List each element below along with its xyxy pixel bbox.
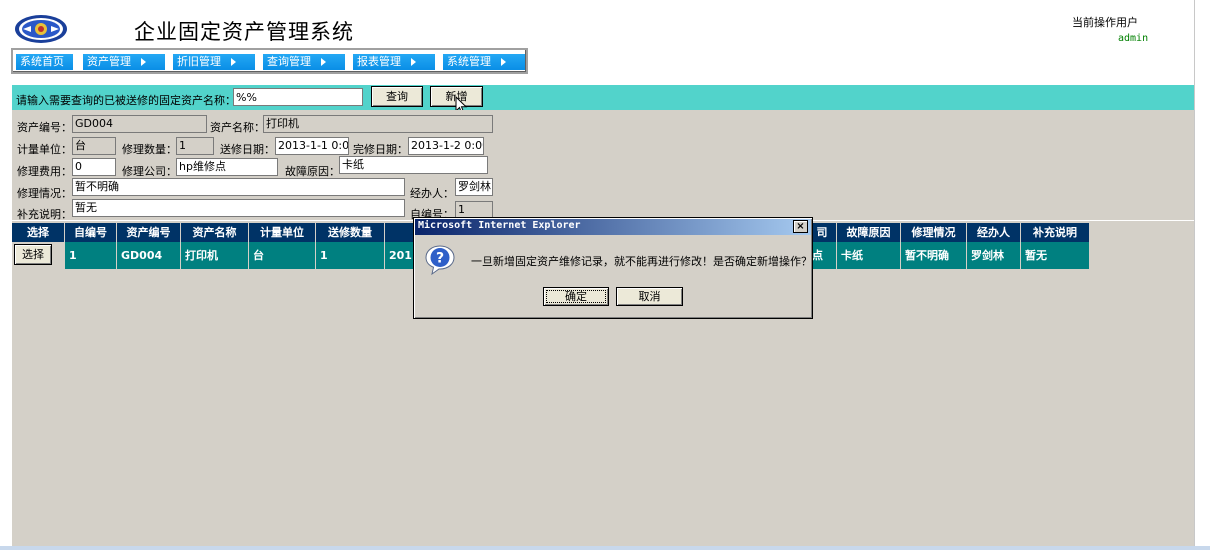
app-title: 企业固定资产管理系统 (134, 20, 354, 44)
repair-cost-label: 修理费用： (17, 165, 72, 178)
current-user-label: 当前操作用户 (1072, 16, 1138, 29)
nav-asset-management[interactable]: 资产管理 (83, 54, 165, 70)
grid-header-qty: 送修数量 (316, 223, 384, 242)
question-icon: ? (425, 245, 455, 276)
table-cell-remark: 暂无 (1021, 242, 1090, 269)
repair-status-field[interactable]: 暂不明确 (72, 178, 405, 196)
table-cell-handler: 罗剑林 (967, 242, 1021, 269)
nav-asset-management-label: 资产管理 (87, 55, 131, 68)
grid-header-remark: 补充说明 (1021, 223, 1089, 242)
grid-header-asset-name: 资产名称 (181, 223, 248, 242)
nav-report-label: 报表管理 (357, 55, 401, 68)
cancel-button[interactable]: 取消 (616, 287, 683, 306)
emblem-logo-icon (15, 15, 67, 43)
send-date-field[interactable]: 2013-1-1 0:00 (275, 137, 349, 155)
nav-depreciation-management[interactable]: 折旧管理 (173, 54, 255, 70)
table-cell-asset-no: GD004 (117, 242, 181, 269)
dialog-title: Microsoft Internet Explorer (418, 220, 581, 231)
fault-field[interactable]: 卡纸 (339, 156, 488, 174)
nav-arrow-icon (411, 58, 416, 66)
unit-label: 计量单位： (17, 143, 72, 156)
nav-arrow-icon (231, 58, 236, 66)
remark-field[interactable]: 暂无 (72, 199, 405, 217)
current-user-name: admin (1118, 33, 1149, 44)
finish-date-label: 完修日期： (353, 143, 408, 156)
table-cell-asset-name: 打印机 (181, 242, 249, 269)
repair-cost-field[interactable]: 0 (72, 158, 116, 176)
nav-home[interactable]: 系统首页 (16, 54, 73, 70)
table-cell-status: 暂不明确 (901, 242, 967, 269)
nav-query-label: 查询管理 (267, 55, 311, 68)
grid-header-self-no: 自编号 (65, 223, 116, 242)
repair-qty-label: 修理数量： (122, 143, 177, 156)
repair-qty-field[interactable]: 1 (176, 137, 214, 155)
table-cell-self-no: 1 (65, 242, 117, 269)
nav-arrow-icon (321, 58, 326, 66)
nav-home-label: 系统首页 (20, 55, 64, 68)
repair-company-label: 修理公司： (122, 165, 177, 178)
nav-system-label: 系统管理 (447, 55, 491, 68)
table-cell-fault: 卡纸 (837, 242, 901, 269)
nav-query-management[interactable]: 查询管理 (263, 54, 345, 70)
search-label: 请输入需要查询的已被送修的固定资产名称： (16, 94, 236, 107)
send-date-label: 送修日期： (220, 143, 275, 156)
table-cell-date: 201 (385, 242, 415, 269)
nav-depreciation-label: 折旧管理 (177, 55, 221, 68)
handler-label: 经办人： (410, 187, 454, 200)
remark-label: 补充说明： (17, 208, 72, 221)
grid-header-unit: 计量单位 (249, 223, 315, 242)
nav-arrow-icon (141, 58, 146, 66)
window-scrollbar[interactable] (1194, 0, 1210, 550)
table-cell-qty: 1 (316, 242, 385, 269)
nav-arrow-icon (501, 58, 506, 66)
unit-field[interactable]: 台 (72, 137, 116, 155)
fault-label: 故障原因： (285, 165, 340, 178)
grid-header-handler: 经办人 (967, 223, 1020, 242)
repair-company-field[interactable]: hp维修点 (176, 158, 278, 176)
select-row-button[interactable]: 选择 (14, 244, 52, 265)
nav-system-management[interactable]: 系统管理 (443, 54, 525, 70)
dialog-message: 一旦新增固定资产维修记录，就不能再进行修改！是否确定新增操作？ (471, 255, 812, 268)
grid-header-select: 选择 (12, 223, 64, 242)
dialog-close-button[interactable]: × (793, 220, 808, 233)
grid-header-fault: 故障原因 (837, 223, 900, 242)
nav-report-management[interactable]: 报表管理 (353, 54, 435, 70)
asset-no-label: 资产编号： (17, 121, 72, 134)
grid-header-asset-no: 资产编号 (117, 223, 180, 242)
asset-name-label: 资产名称： (210, 121, 265, 134)
handler-field[interactable]: 罗剑林 (455, 178, 493, 196)
search-input[interactable] (233, 88, 363, 106)
svg-text:?: ? (436, 251, 444, 267)
asset-no-field[interactable]: GD004 (72, 115, 207, 133)
ok-button[interactable]: 确定 (543, 287, 609, 306)
repair-status-label: 修理情况： (17, 187, 72, 200)
query-button[interactable]: 查询 (371, 86, 423, 107)
asset-name-field[interactable]: 打印机 (263, 115, 493, 133)
table-cell-unit: 台 (249, 242, 316, 269)
finish-date-field[interactable]: 2013-1-2 0:00 (408, 137, 484, 155)
grid-header-status: 修理情况 (901, 223, 966, 242)
grid-header-date (385, 223, 415, 242)
window-bottom-border (0, 546, 1210, 550)
